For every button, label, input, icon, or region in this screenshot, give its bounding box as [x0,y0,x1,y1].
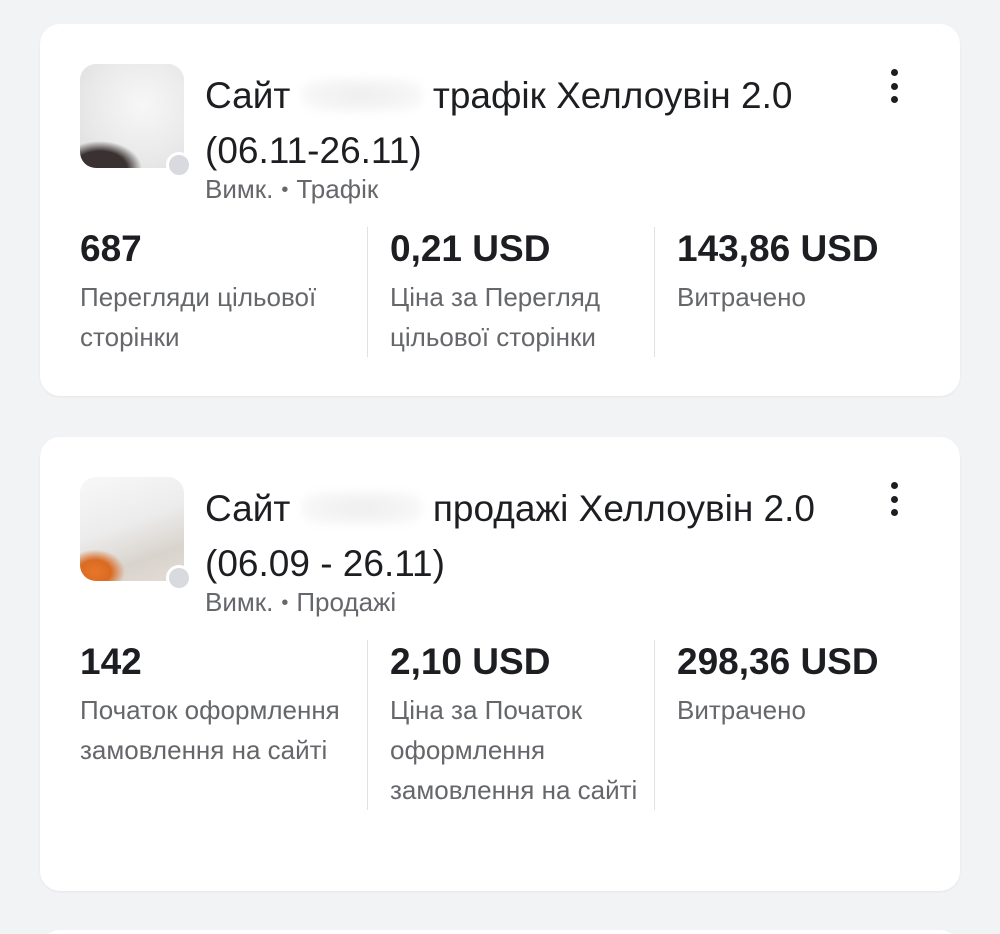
metric-label: Перегляди цільової сторінки [80,282,317,352]
campaign-meta: Вимк. • Трафік [205,174,378,205]
meta-separator: • [281,179,289,201]
campaign-card[interactable]: Сайт продажі Хеллоувін 2.0 (06.09 - 26.1… [40,437,960,891]
metric-value: 0,21 USD [390,228,551,269]
ad-thumbnail [80,64,184,168]
redacted-name [300,78,423,112]
campaign-objective: Продажі [296,587,397,617]
metric-label: Витрачено [677,282,806,312]
metrics-row: 142 Початок оформлення замовлення на сай… [80,640,941,810]
metric-amount-spent: 298,36 USD Витрачено [654,640,941,810]
metric-value: 687 [80,228,142,269]
campaign-status: Вимк. [205,174,274,204]
status-indicator-icon [166,565,192,591]
campaign-card-partial [40,930,960,934]
metric-value: 143,86 USD [677,228,879,269]
meta-separator: • [281,592,289,614]
redacted-name [300,491,423,525]
status-indicator-icon [166,152,192,178]
metric-label: Початок оформлення замовлення на сайті [80,695,340,765]
metric-cost-per-result: 2,10 USD Ціна за Початок оформлення замо… [367,640,654,810]
metric-amount-spent: 143,86 USD Витрачено [654,227,941,357]
metric-label: Витрачено [677,695,806,725]
campaign-title-suffix: трафік Хеллоувін 2.0 (06.11-26.11) [205,75,793,171]
campaign-title[interactable]: Сайт трафік Хеллоувін 2.0 (06.11-26.11) [205,68,845,178]
metric-value: 2,10 USD [390,641,551,682]
campaign-title-prefix: Сайт [205,488,291,529]
metric-results: 142 Початок оформлення замовлення на сай… [80,640,367,810]
campaign-title-suffix: продажі Хеллоувін 2.0 (06.09 - 26.11) [205,488,815,584]
campaign-title[interactable]: Сайт продажі Хеллоувін 2.0 (06.09 - 26.1… [205,481,845,591]
metric-results: 687 Перегляди цільової сторінки [80,227,367,357]
more-options-icon[interactable] [884,479,904,519]
campaign-card[interactable]: Сайт трафік Хеллоувін 2.0 (06.11-26.11) … [40,24,960,396]
campaign-title-prefix: Сайт [205,75,291,116]
metric-value: 298,36 USD [677,641,879,682]
ad-thumbnail [80,477,184,581]
metric-label: Ціна за Перегляд цільової сторінки [390,282,601,352]
campaign-meta: Вимк. • Продажі [205,587,396,618]
campaign-status: Вимк. [205,587,274,617]
metrics-row: 687 Перегляди цільової сторінки 0,21 USD… [80,227,941,357]
metric-label: Ціна за Початок оформлення замовлення на… [390,695,638,805]
metric-value: 142 [80,641,142,682]
more-options-icon[interactable] [884,66,904,106]
campaign-objective: Трафік [296,174,379,204]
metric-cost-per-result: 0,21 USD Ціна за Перегляд цільової сторі… [367,227,654,357]
